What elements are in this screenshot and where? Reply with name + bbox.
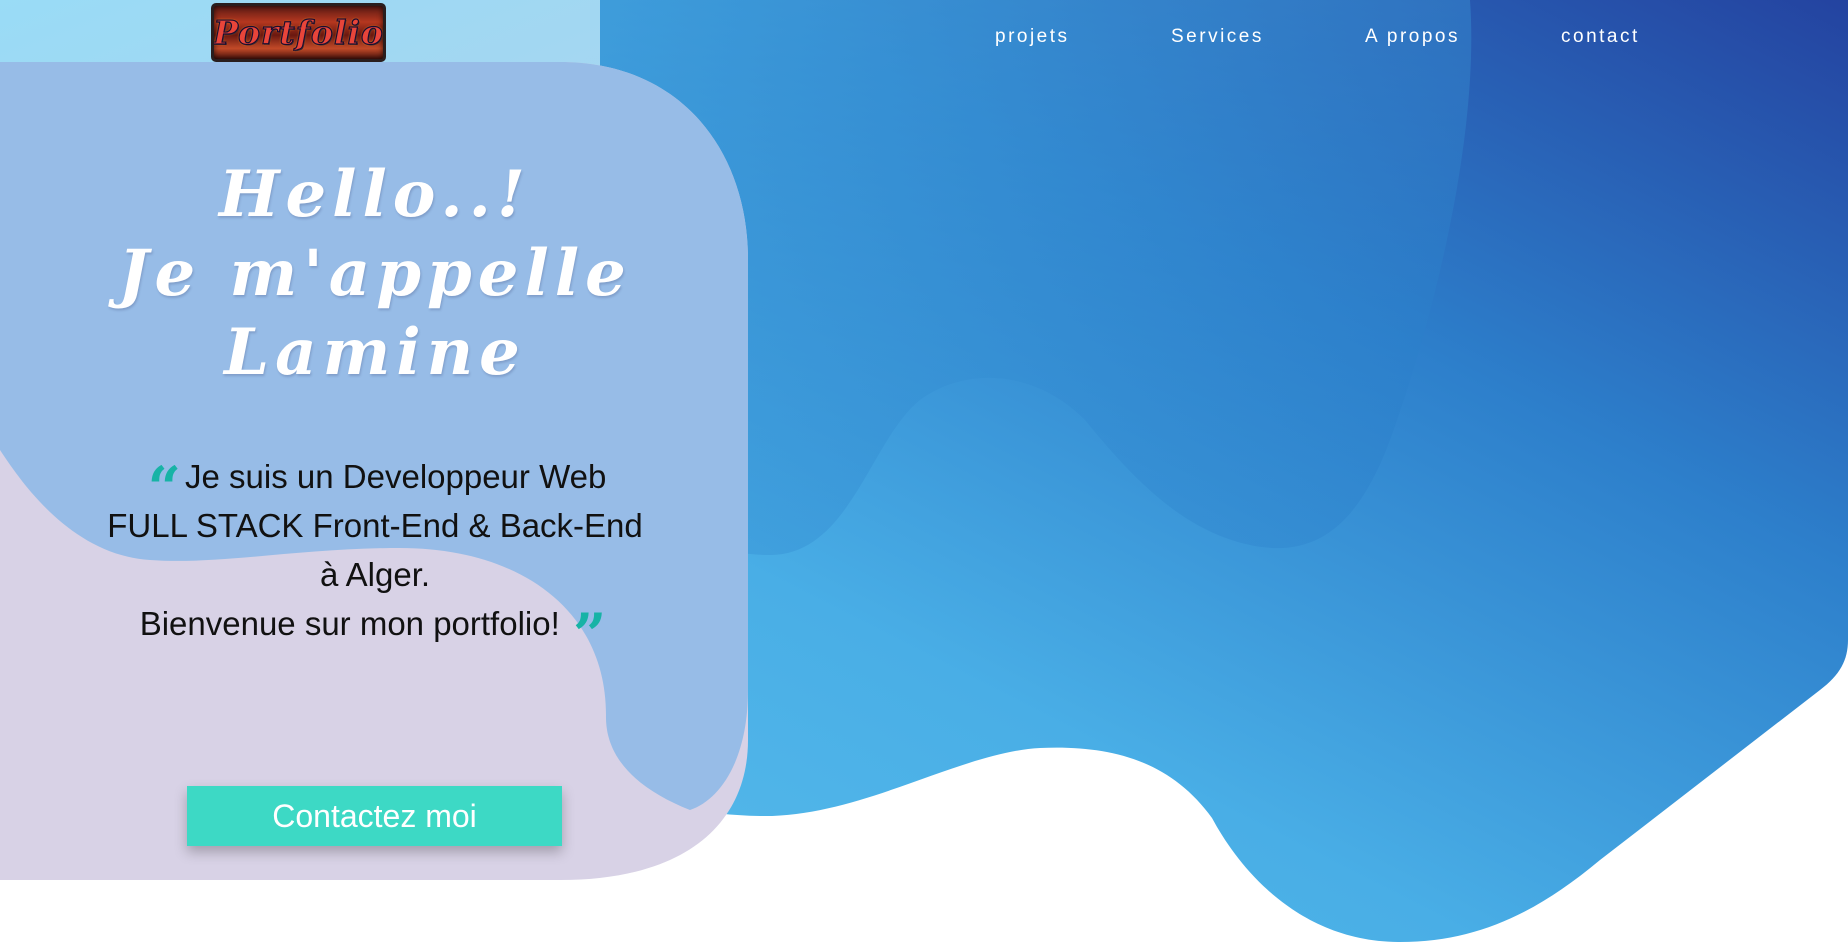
hero-title-line-2: Je m'appelle bbox=[118, 236, 632, 311]
hero-desc-line-1: “Je suis un Developpeur Web bbox=[147, 454, 607, 522]
hero-title-line-1: Hello..! bbox=[218, 157, 532, 232]
nav-link-services[interactable]: Services bbox=[1171, 26, 1264, 48]
hero-desc-line-2: FULL STACK Front-End & Back-End bbox=[107, 507, 643, 544]
hero-title: Hello..! Je m'appelle Lamine bbox=[75, 155, 675, 392]
hero-title-line-3: Lamine bbox=[224, 315, 526, 390]
main-nav: projets Services A propos contact bbox=[0, 26, 1848, 50]
contact-me-button[interactable]: Contactez moi bbox=[187, 786, 562, 846]
portfolio-page: Portfolio projets Services A propos cont… bbox=[0, 0, 1848, 942]
hero-description: “Je suis un Developpeur Web FULL STACK F… bbox=[75, 452, 675, 669]
hero-desc-line-3: à Alger. bbox=[319, 556, 431, 593]
nav-link-contact[interactable]: contact bbox=[1561, 26, 1640, 48]
nav-link-a-propos[interactable]: A propos bbox=[1365, 26, 1460, 48]
hero-desc-line-4: Bienvenue sur mon portfolio! ” bbox=[139, 601, 607, 669]
nav-link-projets[interactable]: projets bbox=[995, 26, 1070, 48]
